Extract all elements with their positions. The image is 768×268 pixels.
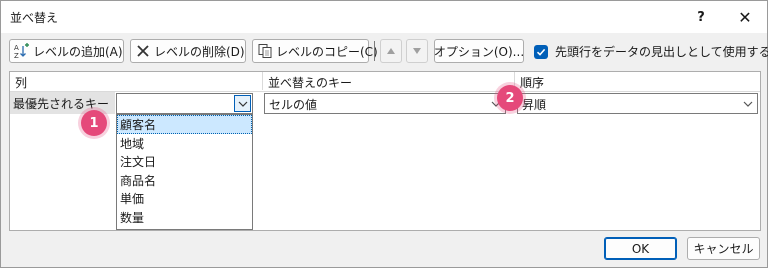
toolbar: A Z レベルの追加(A) レベルの削除(D) レベルのコピー(C) オプション… <box>1 39 768 65</box>
close-button[interactable]: ✕ <box>725 1 765 33</box>
dropdown-option[interactable]: 数量 <box>117 208 252 227</box>
add-level-button[interactable]: A Z レベルの追加(A) <box>9 39 124 63</box>
toolbar-separator <box>374 41 375 61</box>
dropdown-option[interactable]: 単価 <box>117 189 252 208</box>
checkmark-icon <box>536 48 546 56</box>
help-button[interactable]: ? <box>681 1 721 33</box>
ok-button[interactable]: OK <box>604 237 677 260</box>
sort-on-select[interactable]: セルの値 <box>264 93 506 114</box>
dropdown-option[interactable]: 顧客名 <box>117 115 252 134</box>
step-badge-2: 2 <box>497 85 523 111</box>
chevron-down-icon <box>743 101 752 107</box>
dropdown-option[interactable]: 地域 <box>117 134 252 153</box>
cancel-button[interactable]: キャンセル <box>687 237 760 260</box>
triangle-down-icon <box>413 48 421 54</box>
header-divider <box>10 91 760 92</box>
add-level-icon: A Z <box>14 43 30 60</box>
options-button[interactable]: オプション(O)... <box>434 39 524 63</box>
copy-icon <box>257 43 273 59</box>
delete-level-label: レベルの削除(D) <box>154 44 245 59</box>
column-header: 列 <box>15 76 28 90</box>
column-select-dropdown-button[interactable] <box>234 95 251 112</box>
order-select[interactable]: 昇順 <box>517 93 758 114</box>
triangle-up-icon <box>387 48 395 54</box>
svg-text:Z: Z <box>14 52 19 59</box>
sort-dialog: 並べ替え ? ✕ A Z レベルの追加(A) レベルの削除(D) レベルのコピー… <box>0 0 768 268</box>
header-row-checkbox-label: 先頭行をデータの見出しとして使用する(H) <box>555 45 768 59</box>
dialog-title: 並べ替え <box>10 11 59 25</box>
dropdown-option[interactable]: 商品名 <box>117 171 252 190</box>
copy-level-button[interactable]: レベルのコピー(C) <box>252 39 378 63</box>
chevron-down-icon <box>238 101 247 107</box>
move-up-button[interactable] <box>380 39 402 63</box>
sort-levels-grid: 列 並べ替えのキー 順序 最優先されるキー セルの値 昇順 顧客名 地域 注文日… <box>9 71 761 231</box>
copy-level-label: レベルのコピー(C) <box>276 44 378 59</box>
step-badge-1: 1 <box>81 110 107 136</box>
svg-text:A: A <box>14 44 19 52</box>
header-row-checkbox-wrap[interactable]: 先頭行をデータの見出しとして使用する(H) <box>534 43 768 60</box>
order-header: 順序 <box>514 72 760 90</box>
sort-on-header: 並べ替えのキー <box>262 72 514 90</box>
header-row-checkbox[interactable] <box>534 44 548 59</box>
order-select-value: 昇順 <box>522 98 547 112</box>
delete-level-button[interactable]: レベルの削除(D) <box>130 39 246 63</box>
sort-on-select-value: セルの値 <box>269 98 318 112</box>
title-bar: 並べ替え ? ✕ <box>1 1 767 33</box>
column-select[interactable] <box>116 93 253 114</box>
column-dropdown-list: 顧客名 地域 注文日 商品名 単価 数量 <box>116 114 253 230</box>
move-down-button[interactable] <box>406 39 428 63</box>
delete-icon <box>135 43 151 59</box>
order-dropdown-button[interactable] <box>739 95 756 112</box>
dropdown-option[interactable]: 注文日 <box>117 152 252 171</box>
add-level-label: レベルの追加(A) <box>33 44 123 59</box>
